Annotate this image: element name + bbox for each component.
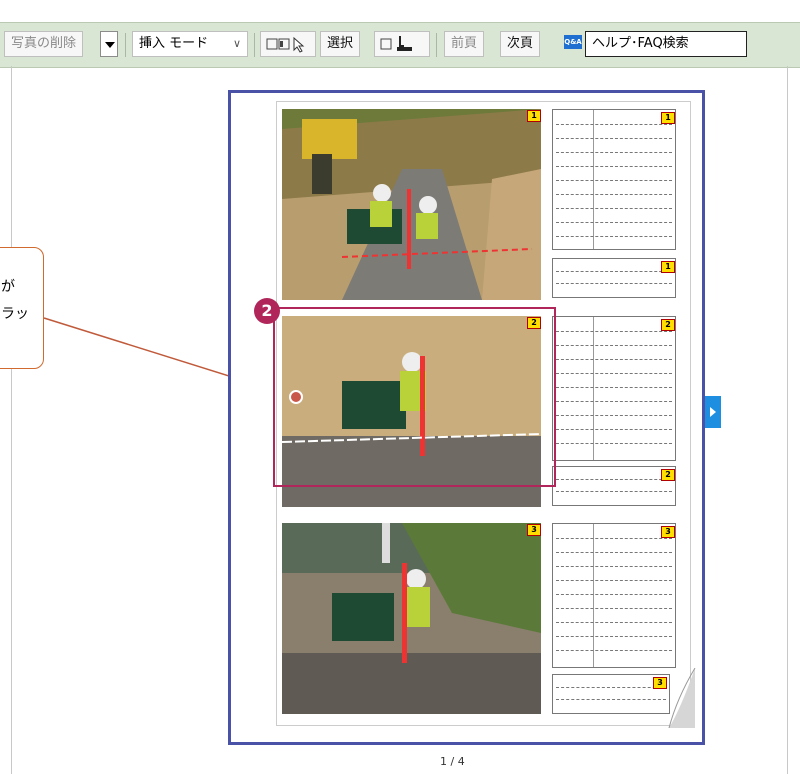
photo-number-tag: 2 xyxy=(661,319,675,331)
page-curl-icon xyxy=(668,668,696,728)
step-badge: 2 xyxy=(254,298,280,324)
photo-info-table-1: 1 xyxy=(552,109,676,250)
next-page-arrow-icon[interactable] xyxy=(705,396,721,428)
measurement-table-1: 1 xyxy=(552,258,676,298)
photo-number-tag: 1 xyxy=(661,112,675,124)
click-pointer-icon xyxy=(289,390,303,404)
photo-number-tag: 1 xyxy=(527,110,541,122)
photo-info-table-2: 2 xyxy=(552,316,676,461)
page-indicator: 1 / 4 xyxy=(440,755,465,768)
construction-photo-image xyxy=(282,523,541,714)
photo-number-tag: 2 xyxy=(661,469,675,481)
measurement-table-3: 3 xyxy=(552,674,670,714)
selected-photo-highlight xyxy=(273,307,556,487)
photo-number-tag: 3 xyxy=(661,526,675,538)
photo-info-table-3: 3 xyxy=(552,523,676,668)
photo-number-tag: 3 xyxy=(653,677,667,689)
measurement-table-2: 2 xyxy=(552,466,676,506)
photo-slot-3[interactable]: 3 xyxy=(282,523,541,714)
photo-number-tag: 1 xyxy=(661,261,675,273)
construction-photo-image xyxy=(282,109,541,300)
photo-slot-1[interactable]: 1 xyxy=(282,109,541,300)
photo-number-tag: 3 xyxy=(527,524,541,536)
